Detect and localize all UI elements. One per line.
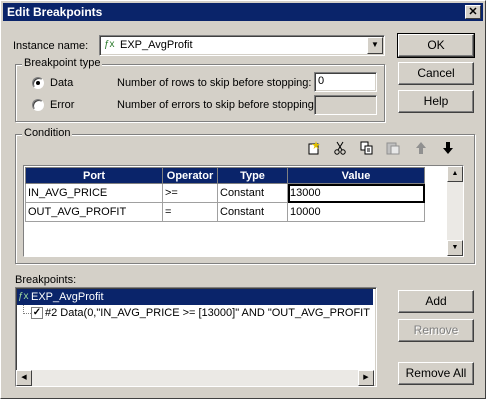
error-radio[interactable] bbox=[32, 99, 44, 111]
condition-header-row: Port Operator Type Value bbox=[25, 167, 425, 184]
tree-connector bbox=[23, 313, 31, 314]
close-icon[interactable]: ✕ bbox=[465, 5, 481, 19]
value-cell[interactable]: 10000 bbox=[287, 202, 425, 222]
instance-name-value: EXP_AvgProfit bbox=[120, 39, 193, 51]
condition-title: Condition bbox=[22, 127, 73, 140]
scroll-down-icon[interactable]: ▼ bbox=[447, 240, 463, 256]
breakpoint-root-label: EXP_AvgProfit bbox=[31, 291, 104, 303]
expression-icon: ƒx bbox=[18, 291, 29, 302]
remove-button[interactable]: Remove bbox=[398, 319, 474, 342]
condition-table: Port Operator Type Value IN_AVG_PRICE >=… bbox=[25, 167, 425, 222]
ok-button[interactable]: OK bbox=[397, 33, 475, 58]
port-cell[interactable]: OUT_AVG_PROFIT bbox=[25, 202, 163, 222]
value-cell[interactable]: 13000 bbox=[287, 183, 425, 203]
type-cell[interactable]: Constant bbox=[217, 202, 288, 222]
errors-skip-label: Number of errors to skip before stopping… bbox=[117, 99, 317, 111]
column-header-operator[interactable]: Operator bbox=[162, 167, 218, 184]
breakpoint-root-item[interactable]: ƒx EXP_AvgProfit bbox=[17, 289, 373, 305]
window-title: Edit Breakpoints bbox=[7, 5, 103, 19]
breakpoint-child-item[interactable]: #2 Data(0,"IN_AVG_PRICE >= [13000]" AND … bbox=[45, 305, 371, 321]
cancel-button[interactable]: Cancel bbox=[398, 62, 474, 85]
rows-skip-value: 0 bbox=[318, 75, 325, 87]
operator-cell[interactable]: >= bbox=[162, 183, 218, 203]
breakpoints-tree[interactable]: ƒx EXP_AvgProfit ✓ #2 Data(0,"IN_AVG_PRI… bbox=[15, 287, 377, 387]
edit-breakpoints-dialog: Edit Breakpoints ✕ Instance name: ƒx EXP… bbox=[0, 0, 486, 399]
breakpoints-label: Breakpoints: bbox=[15, 274, 77, 286]
column-header-port[interactable]: Port bbox=[25, 167, 163, 184]
copy-icon[interactable] bbox=[356, 141, 378, 161]
paste-icon[interactable] bbox=[382, 141, 404, 161]
move-up-icon[interactable] bbox=[410, 141, 432, 161]
scroll-right-icon[interactable]: ▶ bbox=[358, 370, 374, 386]
scroll-left-icon[interactable]: ◀ bbox=[16, 370, 32, 386]
breakpoints-horizontal-scrollbar[interactable]: ◀ ▶ bbox=[16, 370, 374, 386]
radio-selected-dot bbox=[36, 81, 40, 85]
breakpoint-type-title: Breakpoint type bbox=[22, 57, 103, 70]
condition-vertical-scrollbar[interactable]: ▲ ▼ bbox=[447, 166, 463, 256]
cut-icon[interactable] bbox=[329, 141, 351, 161]
column-header-value[interactable]: Value bbox=[287, 167, 425, 184]
type-cell[interactable]: Constant bbox=[217, 183, 288, 203]
errors-skip-input[interactable] bbox=[314, 95, 377, 115]
port-cell[interactable]: IN_AVG_PRICE bbox=[25, 183, 163, 203]
instance-name-combobox[interactable]: ƒx EXP_AvgProfit ▼ bbox=[99, 35, 385, 56]
scroll-up-icon[interactable]: ▲ bbox=[447, 166, 463, 182]
column-header-type[interactable]: Type bbox=[217, 167, 288, 184]
move-down-icon[interactable] bbox=[437, 141, 459, 161]
title-bar: Edit Breakpoints ✕ bbox=[3, 3, 483, 21]
breakpoint-checkbox[interactable]: ✓ bbox=[31, 307, 43, 319]
instance-name-label: Instance name: bbox=[13, 40, 89, 52]
breakpoint-child-label: #2 Data(0,"IN_AVG_PRICE >= [13000]" AND … bbox=[45, 307, 371, 319]
data-radio-label[interactable]: Data bbox=[50, 76, 73, 90]
table-row[interactable]: OUT_AVG_PROFIT = Constant 10000 bbox=[25, 202, 425, 222]
data-radio[interactable] bbox=[32, 77, 44, 89]
expression-icon: ƒx bbox=[104, 39, 115, 50]
chevron-down-icon[interactable]: ▼ bbox=[367, 37, 383, 54]
remove-all-button[interactable]: Remove All bbox=[398, 362, 474, 385]
new-condition-icon[interactable] bbox=[303, 141, 325, 161]
add-button[interactable]: Add bbox=[398, 290, 474, 313]
help-button[interactable]: Help bbox=[398, 90, 474, 113]
error-radio-label[interactable]: Error bbox=[50, 98, 74, 112]
rows-skip-label: Number of rows to skip before stopping: bbox=[117, 77, 312, 89]
table-row[interactable]: IN_AVG_PRICE >= Constant 13000 bbox=[25, 183, 425, 203]
rows-skip-input[interactable]: 0 bbox=[314, 72, 377, 92]
operator-cell[interactable]: = bbox=[162, 202, 218, 222]
